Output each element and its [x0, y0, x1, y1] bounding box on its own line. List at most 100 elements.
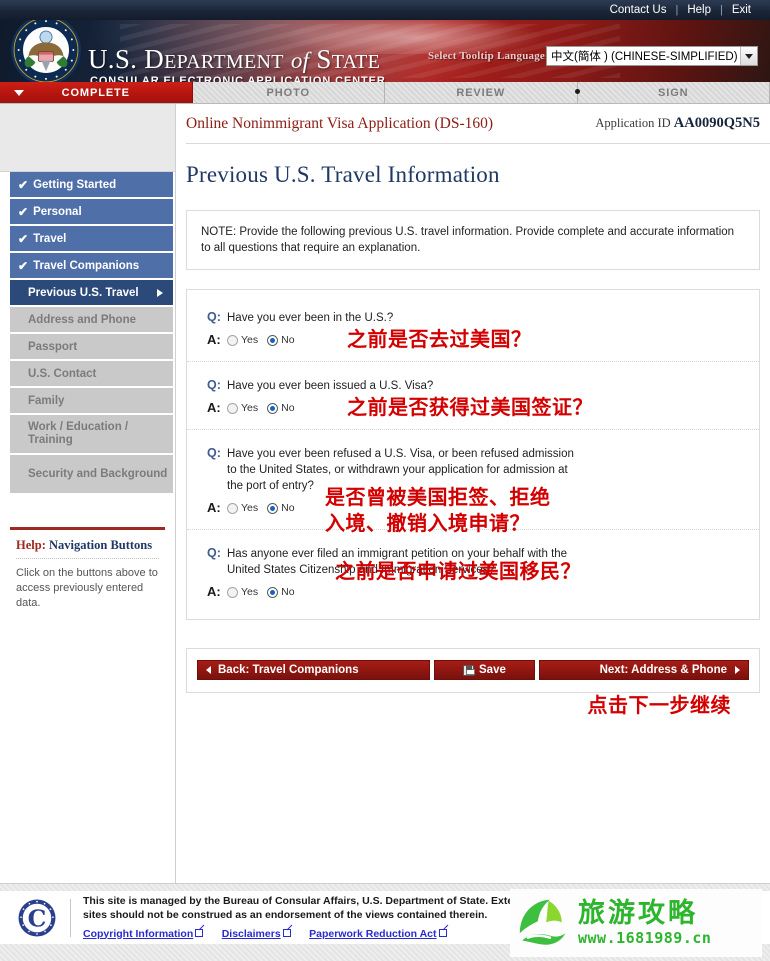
- copyright-information-link[interactable]: Copyright Information: [83, 928, 204, 940]
- floppy-disk-icon: [463, 664, 476, 676]
- check-icon: ✔: [18, 231, 29, 246]
- sidebar-item-address-and-phone[interactable]: Address and Phone: [10, 307, 173, 332]
- tab-complete[interactable]: COMPLETE: [0, 82, 193, 103]
- tooltip-language-label: Select Tooltip Language: [427, 50, 545, 62]
- sidebar-item-label: Travel: [33, 232, 67, 245]
- sidebar-item-label: Getting Started: [33, 178, 117, 191]
- consular-affairs-seal-icon: C: [18, 899, 56, 936]
- save-button[interactable]: Save: [434, 660, 535, 680]
- watermark-chinese-text: 旅游攻略: [578, 898, 698, 929]
- annotation-text: 之前是否获得过美国签证？: [347, 395, 593, 419]
- radio-option-no[interactable]: No: [267, 402, 295, 414]
- radio-option-yes[interactable]: Yes: [227, 502, 258, 514]
- back-button-label: Back: Travel Companions: [218, 664, 359, 676]
- sidebar-item-family[interactable]: Family: [10, 388, 173, 413]
- radio-option-yes[interactable]: Yes: [227, 334, 258, 346]
- travel-guide-logo-icon: [519, 899, 566, 945]
- help-link[interactable]: Help: [678, 0, 720, 20]
- question-text: Have you ever been issued a U.S. Visa?: [227, 380, 434, 392]
- sidebar-item-label: Personal: [33, 205, 82, 218]
- answer-marker: A:: [207, 584, 221, 599]
- sidebar-item-label: Passport: [28, 340, 78, 353]
- check-icon: ✔: [18, 204, 29, 219]
- sidebar-item-label: U.S. Contact: [28, 367, 97, 380]
- tab-complete-label: COMPLETE: [61, 86, 130, 99]
- application-title: Online Nonimmigrant Visa Application (DS…: [186, 114, 494, 132]
- next-button[interactable]: Next: Address & Phone: [538, 660, 749, 680]
- answer-row: A: Yes No 之前是否申请过美国移民？: [207, 559, 759, 599]
- radio-option-yes[interactable]: Yes: [227, 586, 258, 598]
- chevron-left-icon: [206, 666, 211, 674]
- radio-group-refused-visa: Yes No: [227, 502, 295, 515]
- radio-yes-icon[interactable]: [227, 586, 238, 598]
- answer-row: A: Yes No 之前是否获得过美国签证？: [207, 395, 759, 419]
- disclaimers-link[interactable]: Disclaimers: [222, 928, 291, 940]
- question-marker: Q:: [207, 546, 221, 560]
- sidebar-item-travel-companions[interactable]: ✔ Travel Companions: [10, 253, 173, 278]
- agency-title-part-1: U.S. D: [88, 44, 165, 74]
- paperwork-reduction-act-link[interactable]: Paperwork Reduction Act: [309, 928, 447, 940]
- sidebar-item-work-education-training[interactable]: Work / Education / Training: [10, 415, 173, 453]
- radio-option-yes[interactable]: Yes: [227, 402, 258, 414]
- radio-no-icon[interactable]: [267, 334, 279, 346]
- sidebar-item-personal[interactable]: ✔ Personal: [10, 199, 173, 224]
- sidebar-top-spacer: [0, 104, 175, 172]
- help-panel-body: Click on the buttons above to access pre…: [16, 567, 158, 609]
- application-id: Application ID AA0090Q5N5: [595, 115, 760, 132]
- sidebar-item-previous-us-travel[interactable]: Previous U.S. Travel: [10, 280, 173, 305]
- help-panel: Help: Navigation Buttons Click on the bu…: [10, 527, 165, 621]
- agency-title-part-4: S: [316, 44, 332, 74]
- questions-panel: Q: Have you ever been in the U.S.? A: Ye…: [186, 289, 760, 620]
- radio-option-no[interactable]: No: [267, 586, 295, 598]
- radio-no-icon[interactable]: [267, 502, 279, 514]
- svg-text:C: C: [28, 904, 47, 932]
- progress-tab-strip: COMPLETE PHOTO REVIEW SIGN: [0, 82, 770, 104]
- radio-group-been-in-us: Yes No: [227, 334, 295, 347]
- next-button-label: Next: Address & Phone: [599, 664, 727, 676]
- check-icon: ✔: [18, 177, 29, 192]
- contact-us-link[interactable]: Contact Us: [601, 0, 676, 20]
- sidebar-item-getting-started[interactable]: ✔ Getting Started: [10, 172, 173, 197]
- radio-yes-icon[interactable]: [227, 402, 238, 414]
- question-text: Have you ever been in the U.S.?: [227, 312, 394, 324]
- sidebar-item-us-contact[interactable]: U.S. Contact: [10, 361, 173, 386]
- sidebar-item-label: Work / Education / Training: [28, 421, 129, 446]
- back-button[interactable]: Back: Travel Companions: [197, 660, 431, 680]
- radio-option-no[interactable]: No: [267, 502, 295, 514]
- sidebar-item-label: Previous U.S. Travel: [28, 286, 139, 299]
- main-content: Online Nonimmigrant Visa Application (DS…: [176, 104, 770, 883]
- radio-no-label: No: [281, 586, 295, 598]
- footer-divider: [70, 898, 71, 937]
- chevron-right-icon: [157, 289, 163, 297]
- help-panel-title-rest: Navigation Buttons: [45, 538, 153, 552]
- agency-title-part-2: EPARTMENT: [164, 51, 284, 73]
- sidebar-item-passport[interactable]: Passport: [10, 334, 173, 359]
- radio-no-icon[interactable]: [267, 402, 279, 414]
- radio-no-icon[interactable]: [267, 586, 279, 598]
- radio-option-no[interactable]: No: [267, 334, 295, 346]
- tab-review[interactable]: REVIEW: [385, 82, 578, 103]
- tab-review-label: REVIEW: [456, 86, 506, 99]
- question-block: Q: Have you ever been issued a U.S. Visa…: [187, 362, 759, 430]
- chevron-down-icon[interactable]: [740, 47, 757, 65]
- save-button-label: Save: [479, 664, 506, 676]
- navigation-buttons: Back: Travel Companions Save Next: Addre…: [197, 660, 749, 680]
- check-icon: ✔: [18, 258, 29, 273]
- tooltip-language-select[interactable]: 中文(簡体 ) (CHINESE-SIMPLIFIED): [546, 46, 758, 66]
- tab-photo[interactable]: PHOTO: [192, 82, 385, 103]
- question-row: Q: Have you ever been in the U.S.?: [207, 310, 759, 326]
- tooltip-language-value: 中文(簡体 ) (CHINESE-SIMPLIFIED): [551, 51, 738, 63]
- tab-sign[interactable]: SIGN: [574, 82, 770, 103]
- radio-group-immigrant-petition: Yes No: [227, 586, 295, 599]
- annotation-text: 之前是否申请过美国移民？: [335, 559, 581, 583]
- question-block: Q: Have you ever been refused a U.S. Vis…: [187, 430, 759, 535]
- sidebar-item-security-and-background[interactable]: Security and Background: [10, 455, 173, 493]
- sidebar-item-travel[interactable]: ✔ Travel: [10, 226, 173, 251]
- exit-link[interactable]: Exit: [723, 0, 760, 20]
- application-header: Online Nonimmigrant Visa Application (DS…: [186, 104, 770, 144]
- page-title: Previous U.S. Travel Information: [186, 162, 500, 187]
- radio-yes-icon[interactable]: [227, 502, 238, 514]
- watermark-text: 旅游攻略 www.1681989.cn: [578, 898, 711, 948]
- radio-yes-icon[interactable]: [227, 334, 238, 346]
- radio-yes-label: Yes: [241, 502, 259, 514]
